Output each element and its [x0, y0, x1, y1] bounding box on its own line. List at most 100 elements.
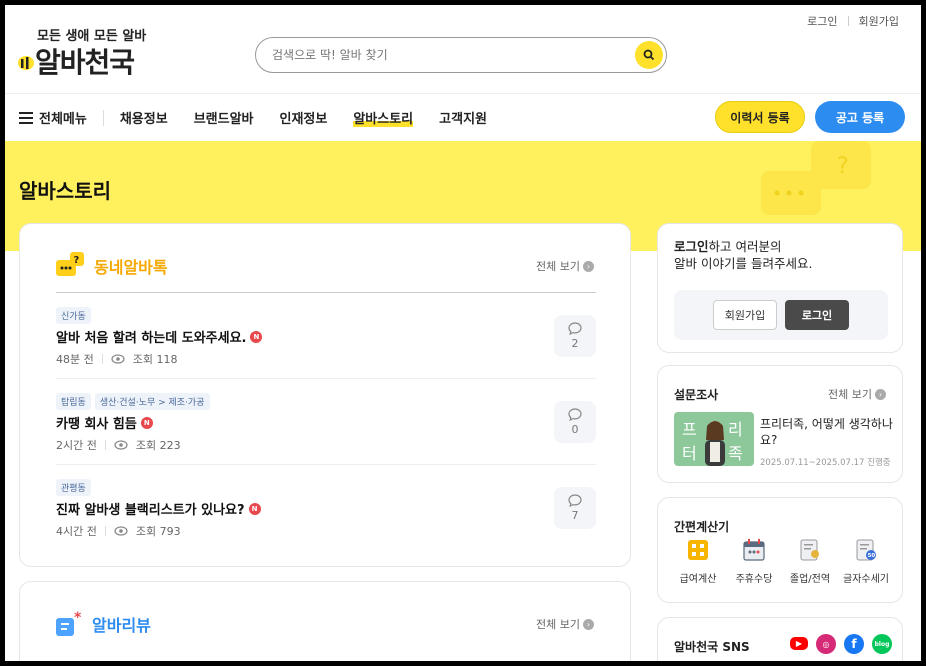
view-all-link[interactable]: 전체 보기 › — [536, 258, 594, 274]
login-actions: 회원가입 로그인 — [674, 290, 888, 340]
list-item[interactable]: 관평동 진짜 알바생 블랙리스트가 있나요? N 4시간 전 조회 793 7 — [56, 465, 596, 551]
calculator-list: 급여계산 주휴수당 졸업/전역 50 글자수세기 — [672, 538, 892, 585]
post-tags: 관평동 — [56, 479, 91, 496]
view-all-label: 전체 보기 — [536, 618, 580, 631]
view-all-label: 전체 보기 — [536, 260, 580, 273]
blog-icon[interactable]: blog — [872, 634, 892, 654]
new-badge-icon: N — [140, 416, 153, 429]
cta-buttons: 이력서 등록 공고 등록 — [715, 101, 905, 133]
neighborhood-talk-card: ? 동네알바톡 전체 보기 › 신가동 알바 처음 할려 하는데 도와주세요. … — [19, 223, 631, 567]
comment-count-value: 0 — [571, 423, 579, 436]
tag-badge: 생산·건설·노무 > 제조·가공 — [94, 393, 210, 410]
login-button[interactable]: 로그인 — [785, 300, 849, 330]
post-views: 조회 793 — [135, 525, 181, 538]
review-icon: * — [56, 610, 82, 636]
comment-count-value: 2 — [571, 337, 579, 350]
youtube-icon[interactable]: ▶ — [790, 637, 808, 650]
svg-text:50: 50 — [868, 553, 876, 559]
survey-date: 2025.07.11~2025.07.17 진행중 — [760, 458, 891, 468]
view-all-link[interactable]: 전체 보기 › — [828, 386, 886, 402]
section-title: * 알바리뷰 — [56, 610, 151, 638]
post-views: 조회 223 — [135, 439, 181, 452]
facebook-icon[interactable]: f — [844, 634, 864, 654]
search-bar — [255, 37, 667, 73]
talk-bubble-icon: ? — [56, 252, 84, 276]
nav-item-support[interactable]: 고객지원 — [439, 108, 487, 127]
review-card: * 알바리뷰 전체 보기 › — [19, 581, 631, 661]
view-all-link[interactable]: 전체 보기 › — [536, 616, 594, 632]
calc-item-char-count[interactable]: 50 글자수세기 — [840, 538, 892, 585]
page-title: 알바스토리 — [19, 179, 111, 203]
nav-item-talent[interactable]: 인재정보 — [280, 108, 328, 127]
calculator-title: 간편계산기 — [674, 520, 730, 534]
post-tags: 탑립동 생산·건설·노무 > 제조·가공 — [56, 393, 210, 410]
comment-icon — [568, 494, 582, 507]
svg-text:?: ? — [74, 255, 80, 266]
eye-icon — [114, 440, 128, 450]
tag-badge: 신가동 — [56, 307, 91, 324]
logo-name: 알바천국 — [35, 46, 135, 79]
post-title: 진짜 알바생 블랙리스트가 있나요? N — [56, 499, 261, 518]
list-item[interactable]: 신가동 알바 처음 할려 하는데 도와주세요. N 48분 전 조회 118 2 — [56, 293, 596, 379]
divider — [847, 16, 849, 26]
calc-item-label: 졸업/전역 — [789, 574, 831, 585]
search-button[interactable] — [635, 41, 663, 69]
search-input[interactable] — [272, 48, 635, 62]
section-title: ? 동네알바톡 — [56, 252, 168, 280]
utility-links: 로그인 회원가입 — [807, 13, 899, 29]
survey-image-char: 리 — [728, 420, 743, 439]
svg-text:?: ? — [837, 154, 849, 179]
logo[interactable]: 모든 생애 모든 알바 알바천국 — [17, 25, 157, 79]
post-title: 카땡 회사 힘듬 N — [56, 413, 153, 432]
calc-item-holiday-pay[interactable]: 주휴수당 — [728, 538, 780, 585]
survey-question[interactable]: 프리터족, 어떻게 생각하나요? — [760, 416, 894, 448]
all-menu-button[interactable]: 전체메뉴 — [19, 109, 104, 127]
login-panel: 로그인하고 여러분의 알바 이야기를 들려주세요. 회원가입 로그인 — [657, 223, 903, 353]
eye-icon — [114, 526, 128, 536]
list-item[interactable]: 탑립동 생산·건설·노무 > 제조·가공 카땡 회사 힘듬 N 2시간 전 조회… — [56, 379, 596, 465]
hamburger-icon — [19, 111, 33, 124]
signup-button[interactable]: 회원가입 — [713, 300, 777, 330]
tag-badge: 탑립동 — [56, 393, 91, 410]
signup-link[interactable]: 회원가입 — [859, 13, 899, 29]
search-icon — [643, 49, 655, 61]
post-title: 알바 처음 할려 하는데 도와주세요. N — [56, 327, 263, 346]
sns-icons: ▶ ◎ f blog — [790, 634, 892, 654]
sns-panel: 알바천국 SNS ▶ ◎ f blog — [657, 617, 903, 661]
nav-items: 채용정보 브랜드알바 인재정보 알바스토리 고객지원 — [120, 108, 487, 127]
survey-image[interactable]: 프 리 터 족 — [674, 412, 754, 466]
bee-icon — [18, 56, 34, 70]
login-message: 로그인하고 여러분의 알바 이야기를 들려주세요. — [674, 238, 812, 272]
chevron-right-icon: › — [583, 618, 594, 630]
post-title-text: 카땡 회사 힘듬 — [56, 417, 137, 432]
section-title-text: 동네알바톡 — [94, 258, 168, 277]
calc-item-salary[interactable]: 급여계산 — [672, 538, 724, 585]
nav-item-jobs[interactable]: 채용정보 — [120, 108, 168, 127]
section-title-text: 알바리뷰 — [92, 616, 151, 635]
post-title-text: 진짜 알바생 블랙리스트가 있나요? — [56, 503, 245, 518]
all-menu-label: 전체메뉴 — [39, 112, 87, 127]
divider — [104, 440, 106, 450]
survey-image-char: 족 — [728, 444, 743, 463]
sns-title: 알바천국 SNS — [674, 640, 750, 654]
login-message-rest: 하고 여러분의 — [708, 239, 782, 254]
post-time: 48분 전 — [56, 353, 94, 366]
login-link[interactable]: 로그인 — [807, 13, 837, 29]
post-time: 4시간 전 — [56, 525, 97, 538]
document-count-icon: 50 — [856, 539, 876, 561]
post-tags: 신가동 — [56, 307, 91, 324]
instagram-icon[interactable]: ◎ — [816, 634, 836, 654]
nav-item-story[interactable]: 알바스토리 — [353, 108, 413, 127]
nav-item-brand[interactable]: 브랜드알바 — [194, 108, 254, 127]
svg-text:*: * — [74, 610, 82, 626]
job-post-button[interactable]: 공고 등록 — [815, 101, 905, 133]
calculator-icon — [688, 540, 708, 560]
divider — [101, 354, 103, 364]
view-all-label: 전체 보기 — [828, 388, 872, 401]
resume-button[interactable]: 이력서 등록 — [715, 101, 805, 133]
calc-item-graduation[interactable]: 졸업/전역 — [784, 538, 836, 585]
comment-count: 0 — [554, 401, 596, 443]
calc-item-label: 주휴수당 — [735, 574, 773, 585]
survey-panel: 설문조사 전체 보기 › 프 리 터 족 프리터족, 어떻게 생각하나요? 20… — [657, 365, 903, 483]
certificate-icon — [800, 539, 819, 561]
